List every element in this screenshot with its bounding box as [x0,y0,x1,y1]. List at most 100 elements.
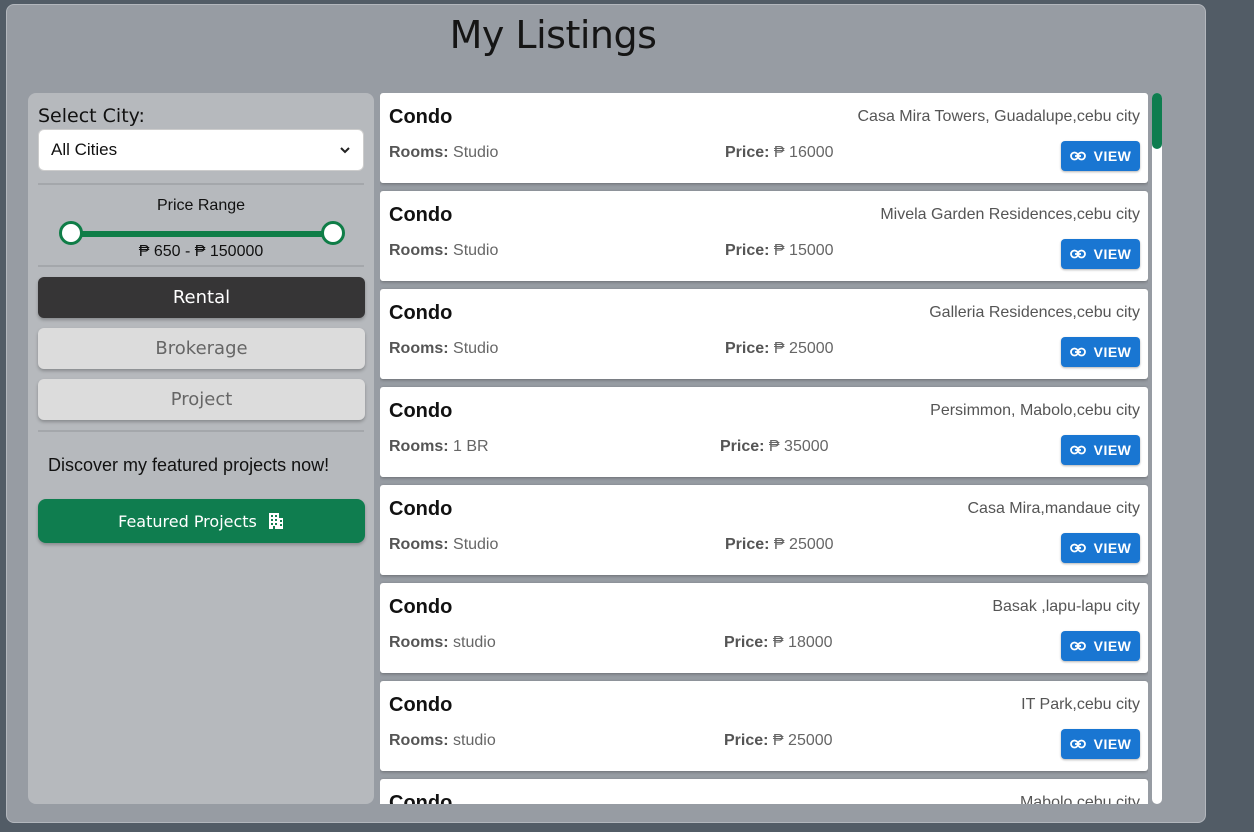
rooms-value: Studio [453,242,499,259]
listing-card: Condo Basak ,lapu-lapu city Rooms: studi… [380,583,1148,673]
price-value: ₱ 25000 [772,732,833,749]
rooms-value: studio [453,634,496,651]
featured-projects-button[interactable]: Featured Projects [38,499,365,543]
view-label: VIEW [1093,638,1132,654]
link-icon [1069,249,1086,259]
price-range-label: Price Range [156,197,246,214]
rooms-label: Rooms: [389,340,449,357]
listing-card: Condo Casa Mira,mandaue city Rooms: Stud… [380,485,1148,575]
tab-brokerage[interactable]: Brokerage [38,328,365,369]
listing-type: Condo [389,792,453,804]
price-label: Price: [724,634,769,651]
rooms-value: Studio [453,340,499,357]
rooms-value: Studio [453,536,499,553]
view-label: VIEW [1093,246,1132,262]
listing-location: Casa Mira Towers, Guadalupe,cebu city [857,108,1140,125]
price-value: ₱ 25000 [773,340,834,357]
price-label: Price: [725,144,770,161]
listing-type: Condo [389,498,453,520]
price-label: Price: [725,340,770,357]
listing-rooms: Rooms: Studio [389,536,498,554]
listing-rooms: Rooms: studio [389,732,496,750]
listing-location: IT Park,cebu city [1021,696,1140,713]
price-range-track[interactable] [71,231,333,237]
link-icon [1069,445,1086,455]
view-button[interactable]: VIEW [1061,435,1140,465]
chevron-down-icon [340,147,350,154]
divider [38,430,364,432]
listing-location: Mivela Garden Residences,cebu city [880,206,1140,223]
price-label: Price: [720,438,765,455]
rooms-label: Rooms: [389,438,449,455]
link-icon [1069,543,1086,553]
view-button[interactable]: VIEW [1061,141,1140,171]
price-value: ₱ 35000 [768,438,829,455]
listing-price: Price: ₱ 15000 [725,242,834,260]
link-icon [1069,739,1086,749]
listing-rooms: Rooms: 1 BR [389,438,489,456]
view-button[interactable]: VIEW [1061,533,1140,563]
rooms-value: Studio [453,144,499,161]
listing-location: Mabolo,cebu city [1019,794,1140,804]
city-label: Select City: [38,105,145,127]
rooms-label: Rooms: [389,536,449,553]
price-label: Price: [725,242,770,259]
tab-project[interactable]: Project [38,379,365,420]
listing-type: Condo [389,302,453,324]
listing-card: Condo Mabolo,cebu city [380,779,1148,804]
listing-price: Price: ₱ 35000 [720,438,829,456]
view-button[interactable]: VIEW [1061,729,1140,759]
price-label: Price: [724,732,769,749]
city-select[interactable]: All Cities [38,129,364,171]
listing-price: Price: ₱ 18000 [724,634,833,652]
listing-card: Condo Casa Mira Towers, Guadalupe,cebu c… [380,93,1148,183]
page-title: My Listings [449,13,657,57]
listing-price: Price: ₱ 25000 [724,732,833,750]
price-max-handle[interactable] [321,221,345,245]
price-min-handle[interactable] [59,221,83,245]
price-value: ₱ 15000 [773,242,834,259]
view-label: VIEW [1093,540,1132,556]
link-icon [1069,641,1086,651]
listing-card: Condo IT Park,cebu city Rooms: studio Pr… [380,681,1148,771]
rooms-label: Rooms: [389,634,449,651]
view-label: VIEW [1093,736,1132,752]
listing-type: Condo [389,596,453,618]
link-icon [1069,347,1086,357]
listing-type: Condo [389,694,453,716]
listing-card: Condo Mivela Garden Residences,cebu city… [380,191,1148,281]
listing-price: Price: ₱ 25000 [725,340,834,358]
city-select-value: All Cities [51,140,118,159]
view-label: VIEW [1093,148,1132,164]
featured-projects-label: Featured Projects [118,511,257,531]
listing-scrollbar[interactable] [1152,93,1162,804]
rooms-value: 1 BR [453,438,489,455]
listing-list[interactable]: Condo Casa Mira Towers, Guadalupe,cebu c… [380,93,1148,804]
listing-rooms: Rooms: Studio [389,242,498,260]
scrollbar-thumb[interactable] [1152,93,1162,149]
listing-rooms: Rooms: studio [389,634,496,652]
rooms-label: Rooms: [389,144,449,161]
price-range-value: ₱ 650 - ₱ 150000 [138,243,264,260]
filter-sidebar: Select City: All Cities Price Range ₱ 65… [28,93,374,804]
rooms-label: Rooms: [389,242,449,259]
view-button[interactable]: VIEW [1061,337,1140,367]
link-icon [1069,151,1086,161]
listing-location: Basak ,lapu-lapu city [992,598,1140,615]
price-value: ₱ 25000 [773,536,834,553]
building-icon [268,513,283,529]
view-label: VIEW [1093,442,1132,458]
tab-rental[interactable]: Rental [38,277,365,318]
listing-card: Condo Persimmon, Mabolo,cebu city Rooms:… [380,387,1148,477]
listing-rooms: Rooms: Studio [389,144,498,162]
listing-type: Condo [389,106,453,128]
view-button[interactable]: VIEW [1061,239,1140,269]
listing-location: Casa Mira,mandaue city [967,500,1140,517]
price-value: ₱ 16000 [773,144,834,161]
price-label: Price: [725,536,770,553]
view-button[interactable]: VIEW [1061,631,1140,661]
listing-card: Condo Galleria Residences,cebu city Room… [380,289,1148,379]
price-value: ₱ 18000 [772,634,833,651]
divider [38,183,364,185]
listing-location: Galleria Residences,cebu city [929,304,1140,321]
